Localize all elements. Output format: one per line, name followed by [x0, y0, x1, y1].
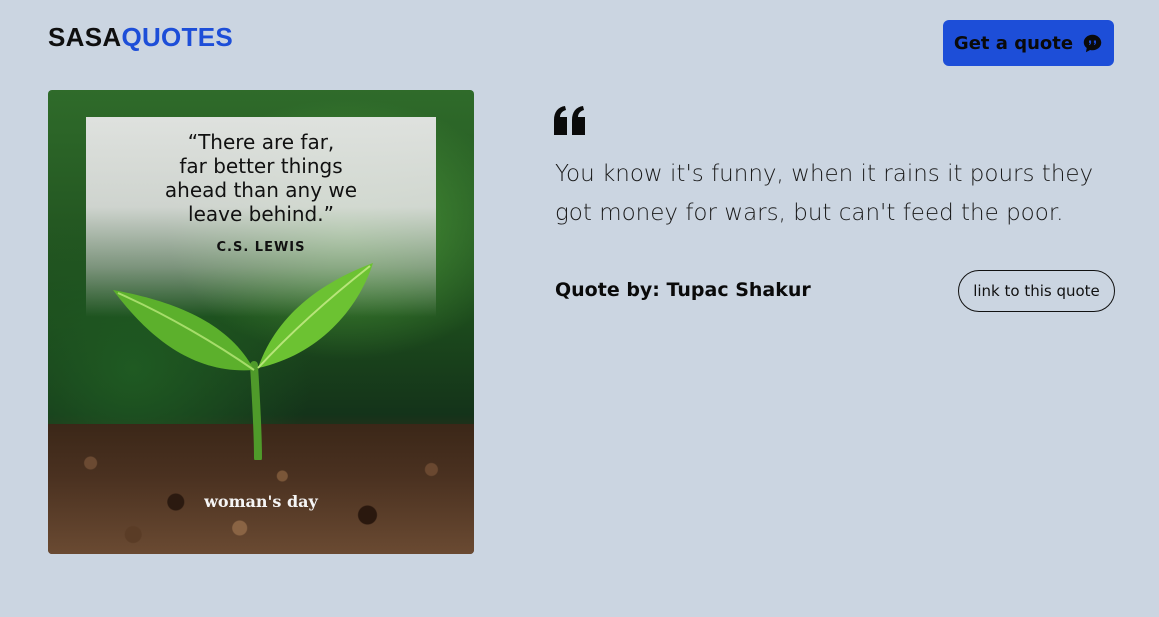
image-quote-text: “There are far, far better things ahead … [164, 130, 358, 226]
logo-text-accent: QUOTES [121, 22, 234, 52]
get-a-quote-button[interactable]: Get a quote [943, 20, 1114, 66]
quote-text: You know it's funny, when it rains it po… [555, 161, 1094, 226]
quote-image: “There are far, far better things ahead … [48, 90, 474, 554]
chat-bubble-icon [1082, 33, 1103, 54]
quote-author: Quote by: Tupac Shakur [555, 279, 811, 301]
logo-text-primary: SASA [48, 22, 122, 52]
image-brand-watermark: woman's day [204, 492, 318, 511]
link-to-quote-button[interactable]: link to this quote [958, 270, 1115, 312]
sprout-illustration [113, 263, 373, 460]
site-logo[interactable]: SASAQUOTES [48, 22, 233, 53]
image-quote-author: C.S. LEWIS [216, 240, 306, 255]
quote-mark-icon [554, 106, 585, 135]
get-a-quote-label: Get a quote [953, 32, 1074, 54]
